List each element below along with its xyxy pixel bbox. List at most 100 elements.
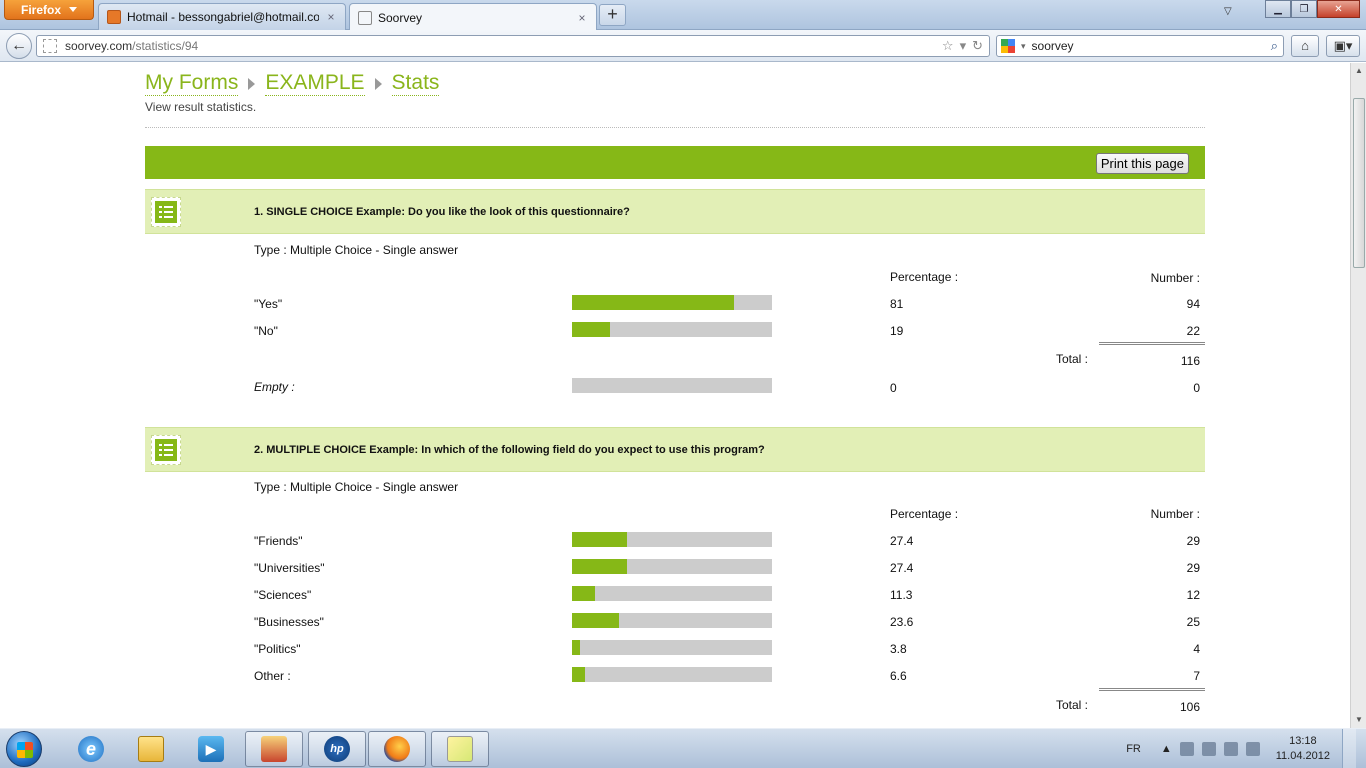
vertical-scrollbar[interactable]: ▲ ▼ (1350, 63, 1366, 728)
volume-icon[interactable] (1245, 742, 1260, 756)
show-hidden-icons-icon[interactable]: ▲ (1161, 743, 1172, 755)
security-icon[interactable] (1179, 742, 1194, 756)
answer-label: "Universities" (254, 561, 325, 575)
new-tab-button[interactable]: + (599, 4, 626, 26)
firefox-icon (384, 736, 410, 762)
answer-bar-fill (572, 640, 580, 655)
scroll-down-icon[interactable]: ▼ (1351, 712, 1366, 728)
network-signal-icon[interactable] (1223, 742, 1238, 756)
answer-bar (572, 586, 772, 601)
back-arrow-icon: ← (11, 37, 27, 54)
answer-percentage: 3.8 (890, 642, 907, 656)
print-button[interactable]: Print this page (1095, 153, 1189, 174)
windows-logo-icon (17, 742, 33, 758)
answer-bar (572, 559, 772, 574)
question-type: Type : Multiple Choice - Single answer (254, 480, 459, 494)
clock-time: 13:18 (1289, 735, 1317, 747)
tab-close-icon[interactable]: × (325, 10, 337, 24)
tab-close-icon[interactable]: × (576, 11, 588, 25)
taskbar-sticky-notes[interactable] (431, 731, 489, 767)
taskbar-internet-explorer[interactable]: e (62, 731, 120, 767)
taskbar-app[interactable] (245, 731, 303, 767)
home-button[interactable]: ⌂ (1291, 35, 1319, 57)
breadcrumb-example[interactable]: EXAMPLE (265, 71, 365, 96)
answer-percentage: 19 (890, 324, 904, 338)
breadcrumb-arrow-icon (374, 77, 382, 90)
scrollbar-thumb[interactable] (1353, 98, 1365, 268)
answer-percentage: 27.4 (890, 561, 914, 575)
taskbar-media-player[interactable]: ▶ (182, 731, 240, 767)
question-header: 2. MULTIPLE CHOICE Example: In which of … (145, 427, 1205, 472)
url-path: /statistics/94 (132, 39, 199, 53)
answer-percentage: 81 (890, 297, 904, 311)
answer-percentage: 6.6 (890, 669, 907, 683)
question-list-icon (151, 435, 181, 465)
search-engine-icon[interactable] (1001, 39, 1015, 53)
tab-hotmail[interactable]: Hotmail - bessongabriel@hotmail.com × (98, 3, 346, 30)
total-label: Total : (1056, 698, 1089, 712)
window-close-icon[interactable]: ✕ (1317, 0, 1360, 18)
page-icon (358, 10, 372, 25)
number-column-header: Number : (1150, 271, 1200, 285)
breadcrumb-arrow-icon (248, 77, 256, 90)
breadcrumb-stats[interactable]: Stats (391, 71, 440, 96)
language-indicator[interactable]: FR (1126, 743, 1141, 755)
answer-number: 94 (1186, 297, 1200, 311)
scroll-up-icon[interactable]: ▲ (1351, 63, 1366, 79)
breadcrumb-my-forms[interactable]: My Forms (145, 71, 239, 96)
url-history-dropdown-icon[interactable]: ▾ (960, 38, 967, 54)
url-bar[interactable]: soorvey.com/statistics/94 ☆ ▾ ↻ (36, 35, 990, 57)
hp-icon: hp (324, 736, 350, 762)
device-icon[interactable] (1201, 742, 1216, 756)
taskbar-hp[interactable]: hp (308, 731, 366, 767)
number-column-header: Number : (1150, 507, 1200, 521)
answer-percentage: 23.6 (890, 615, 914, 629)
question-title: 1. SINGLE CHOICE Example: Do you like th… (254, 206, 630, 218)
reload-icon[interactable]: ↻ (972, 38, 983, 54)
taskbar-firefox[interactable] (368, 731, 426, 767)
page-viewport: My Forms EXAMPLE Stats View result stati… (0, 63, 1350, 728)
total-value: 116 (1180, 354, 1200, 368)
mail-icon (107, 10, 121, 24)
answer-bar-fill (572, 559, 627, 574)
tab-soorvey[interactable]: Soorvey × (349, 3, 597, 31)
answer-number: 22 (1186, 324, 1200, 338)
addon-button[interactable]: ▣▾ (1326, 35, 1360, 57)
answer-bar (572, 640, 772, 655)
search-input[interactable]: soorvey (1032, 39, 1265, 53)
search-icon[interactable]: ⌕ (1271, 38, 1278, 54)
sticky-notes-icon (447, 736, 473, 762)
system-clock[interactable]: 13:18 11.04.2012 (1276, 734, 1330, 764)
firefox-menu-button[interactable]: Firefox (4, 0, 94, 20)
app-icon (261, 736, 287, 762)
minimize-icon[interactable]: ▁ (1265, 0, 1291, 18)
empty-percentage: 0 (890, 381, 897, 395)
stats-toolbar: Print this page (145, 146, 1205, 179)
taskbar-explorer[interactable] (122, 731, 180, 767)
url-domain: soorvey.com (65, 39, 133, 53)
search-bar[interactable]: ▾ soorvey ⌕ (996, 35, 1284, 57)
total-divider (1099, 342, 1205, 345)
answer-label: "Friends" (254, 534, 303, 548)
page-identity-icon[interactable] (43, 39, 57, 53)
url-text[interactable]: soorvey.com/statistics/94 (65, 39, 934, 53)
answer-label: "Businesses" (254, 615, 324, 629)
list-all-tabs-icon[interactable]: ▽ (1224, 6, 1232, 17)
answer-bar (572, 613, 772, 628)
answer-bar-fill (572, 613, 620, 628)
divider (145, 127, 1205, 128)
percentage-column-header: Percentage : (890, 507, 959, 521)
answer-number: 4 (1193, 642, 1200, 656)
empty-label: Empty : (254, 380, 295, 394)
search-engine-dropdown-icon[interactable]: ▾ (1021, 41, 1026, 52)
answer-label: "Yes" (254, 297, 283, 311)
answer-bar (572, 667, 772, 682)
maximize-icon[interactable]: ❐ (1291, 0, 1317, 18)
bookmark-star-icon[interactable]: ☆ (942, 38, 954, 54)
start-button[interactable] (6, 731, 42, 767)
page-subtitle: View result statistics. (145, 100, 257, 114)
show-desktop-button[interactable] (1342, 729, 1356, 768)
question-header: 1. SINGLE CHOICE Example: Do you like th… (145, 189, 1205, 234)
back-button[interactable]: ← (6, 33, 32, 59)
breadcrumb: My Forms EXAMPLE Stats (145, 71, 440, 96)
